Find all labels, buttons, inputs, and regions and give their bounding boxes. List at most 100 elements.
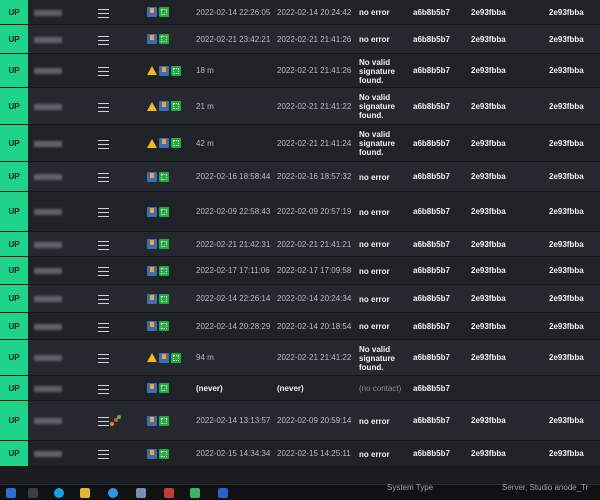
- hash-a: a6b8b5b7: [413, 34, 450, 44]
- app-icon-3[interactable]: [190, 488, 200, 498]
- grid-icon[interactable]: [171, 65, 181, 76]
- menu-icon[interactable]: [98, 67, 109, 76]
- grid-icon[interactable]: [171, 352, 181, 363]
- table-row[interactable]: UP 2022-02-15 14:34:34 2022-02-15 14:25:11…: [0, 441, 600, 467]
- download-icon[interactable]: [147, 293, 157, 304]
- table-row[interactable]: UP 2022-02-16 18:58:44 2022-02-16 18:57:32…: [0, 162, 600, 192]
- grid-icon[interactable]: [159, 293, 169, 304]
- table-row[interactable]: UP 2022-02-14 22:26:05 2022-02-14 20:24:42…: [0, 0, 600, 25]
- grid-icon[interactable]: [159, 383, 169, 393]
- app-icon-2[interactable]: [164, 488, 174, 498]
- error-line: no error: [359, 294, 390, 304]
- error-status: no error: [359, 295, 390, 304]
- server-name-blurred[interactable]: [34, 68, 62, 74]
- grid-icon[interactable]: [171, 138, 181, 148]
- table-row[interactable]: UP 2022-02-21 21:42:31 2022-02-21 21:41:21…: [0, 232, 600, 257]
- edge-icon[interactable]: [54, 488, 64, 498]
- server-name-blurred[interactable]: [34, 355, 62, 361]
- download-icon[interactable]: [147, 321, 157, 331]
- grid-icon[interactable]: [159, 171, 169, 182]
- table-row[interactable]: UP 94 m 2022-02-21 21:41:22 No valid signatu…: [0, 340, 600, 376]
- download-icon[interactable]: [147, 34, 157, 44]
- download-icon[interactable]: [147, 448, 157, 459]
- server-name-blurred[interactable]: [34, 140, 62, 147]
- server-name-blurred[interactable]: [34, 268, 62, 274]
- download-icon[interactable]: [159, 352, 169, 363]
- grid-icon[interactable]: [159, 415, 169, 426]
- grid-icon[interactable]: [171, 101, 181, 111]
- grid-icon[interactable]: [159, 265, 169, 276]
- server-name-blurred[interactable]: [34, 296, 62, 302]
- download-icon[interactable]: [147, 239, 157, 249]
- table-row[interactable]: UP 2022-02-17 17:11:06 2022-02-17 17:09:58…: [0, 257, 600, 285]
- hash-a: a6b8b5b7: [413, 383, 450, 393]
- menu-icon[interactable]: [98, 173, 109, 182]
- start-icon[interactable]: [6, 488, 16, 498]
- status-badge: UP: [0, 313, 28, 339]
- download-icon[interactable]: [147, 415, 157, 426]
- grid-icon[interactable]: [159, 206, 169, 217]
- server-name-blurred[interactable]: [34, 103, 62, 110]
- last-seen: 2022-02-21 21:41:26: [277, 66, 352, 75]
- menu-icon[interactable]: [98, 354, 109, 363]
- app-icon[interactable]: [136, 488, 146, 498]
- app-icon-4[interactable]: [218, 488, 228, 498]
- server-name-blurred[interactable]: [34, 209, 62, 215]
- grid-icon[interactable]: [159, 321, 169, 331]
- hash-b: 2e93fbba: [471, 101, 506, 111]
- server-name-blurred[interactable]: [34, 9, 62, 16]
- menu-icon[interactable]: [98, 267, 109, 276]
- grid-icon[interactable]: [159, 239, 169, 249]
- hash-a: a6b8b5b7: [413, 138, 450, 148]
- table-row[interactable]: UP 2022-02-21 23:42:21 2022-02-21 21:41:26…: [0, 25, 600, 54]
- download-icon[interactable]: [159, 65, 169, 76]
- menu-icon[interactable]: [98, 208, 109, 217]
- menu-icon[interactable]: [98, 8, 109, 18]
- server-name-blurred[interactable]: [34, 385, 62, 392]
- server-name-blurred[interactable]: [34, 451, 62, 457]
- download-icon[interactable]: [147, 265, 157, 276]
- download-icon[interactable]: [159, 101, 169, 111]
- error-status: No valid signature found.: [359, 93, 395, 120]
- hash-a: a6b8b5b7: [413, 7, 450, 17]
- grid-icon[interactable]: [159, 7, 169, 17]
- file-explorer-icon[interactable]: [80, 488, 90, 498]
- table-row[interactable]: UP 2022-02-09 22:58:43 2022-02-09 20:57:19…: [0, 192, 600, 232]
- table-row[interactable]: UP 2022-02-14 20:28:29 2022-02-14 20:18:54…: [0, 313, 600, 340]
- download-icon[interactable]: [159, 138, 169, 148]
- hash-c: 2e93fbba: [549, 207, 584, 216]
- server-name-blurred[interactable]: [34, 241, 62, 248]
- browser-icon[interactable]: [108, 488, 118, 498]
- server-name-blurred[interactable]: [34, 36, 62, 43]
- menu-icon[interactable]: [98, 102, 109, 112]
- first-seen: 2022-02-21 23:42:21: [196, 34, 271, 44]
- warning-icon: [147, 353, 157, 362]
- table-row[interactable]: UP (never) (never) (no contact) a6b8b5b7: [0, 376, 600, 401]
- menu-icon[interactable]: [98, 450, 109, 459]
- download-icon[interactable]: [147, 7, 157, 17]
- server-name-blurred[interactable]: [34, 323, 62, 330]
- table-row[interactable]: UP 42 m 2022-02-21 21:41:24 No valid signatu…: [0, 125, 600, 162]
- grid-icon[interactable]: [159, 448, 169, 459]
- table-row[interactable]: UP 18 m 2022-02-21 21:41:26 No valid signatu…: [0, 54, 600, 88]
- menu-icon[interactable]: [98, 384, 109, 394]
- menu-icon[interactable]: [98, 35, 109, 45]
- menu-icon[interactable]: [98, 139, 109, 149]
- download-icon[interactable]: [147, 171, 157, 182]
- download-icon[interactable]: [147, 383, 157, 393]
- download-icon[interactable]: [147, 206, 157, 217]
- server-name-blurred[interactable]: [34, 418, 62, 424]
- menu-icon[interactable]: [98, 322, 109, 332]
- menu-icon[interactable]: [98, 240, 109, 250]
- task-view-icon[interactable]: [28, 488, 38, 498]
- table-row[interactable]: UP 2022-02-14 22:26:14 2022-02-14 20:24:34…: [0, 285, 600, 313]
- error-status: no error: [359, 417, 390, 426]
- error-line: no error: [359, 8, 390, 17]
- table-row[interactable]: UP 2022-02-14 13:13:57 2022-02-09 20:59:1…: [0, 401, 600, 441]
- status-badge: UP: [0, 162, 28, 191]
- table-row[interactable]: UP 21 m 2022-02-21 21:41:22 No valid signatu…: [0, 88, 600, 125]
- server-name-blurred[interactable]: [34, 174, 62, 180]
- menu-icon[interactable]: [98, 295, 109, 304]
- grid-icon[interactable]: [159, 34, 169, 44]
- menu-icon[interactable]: [98, 417, 109, 426]
